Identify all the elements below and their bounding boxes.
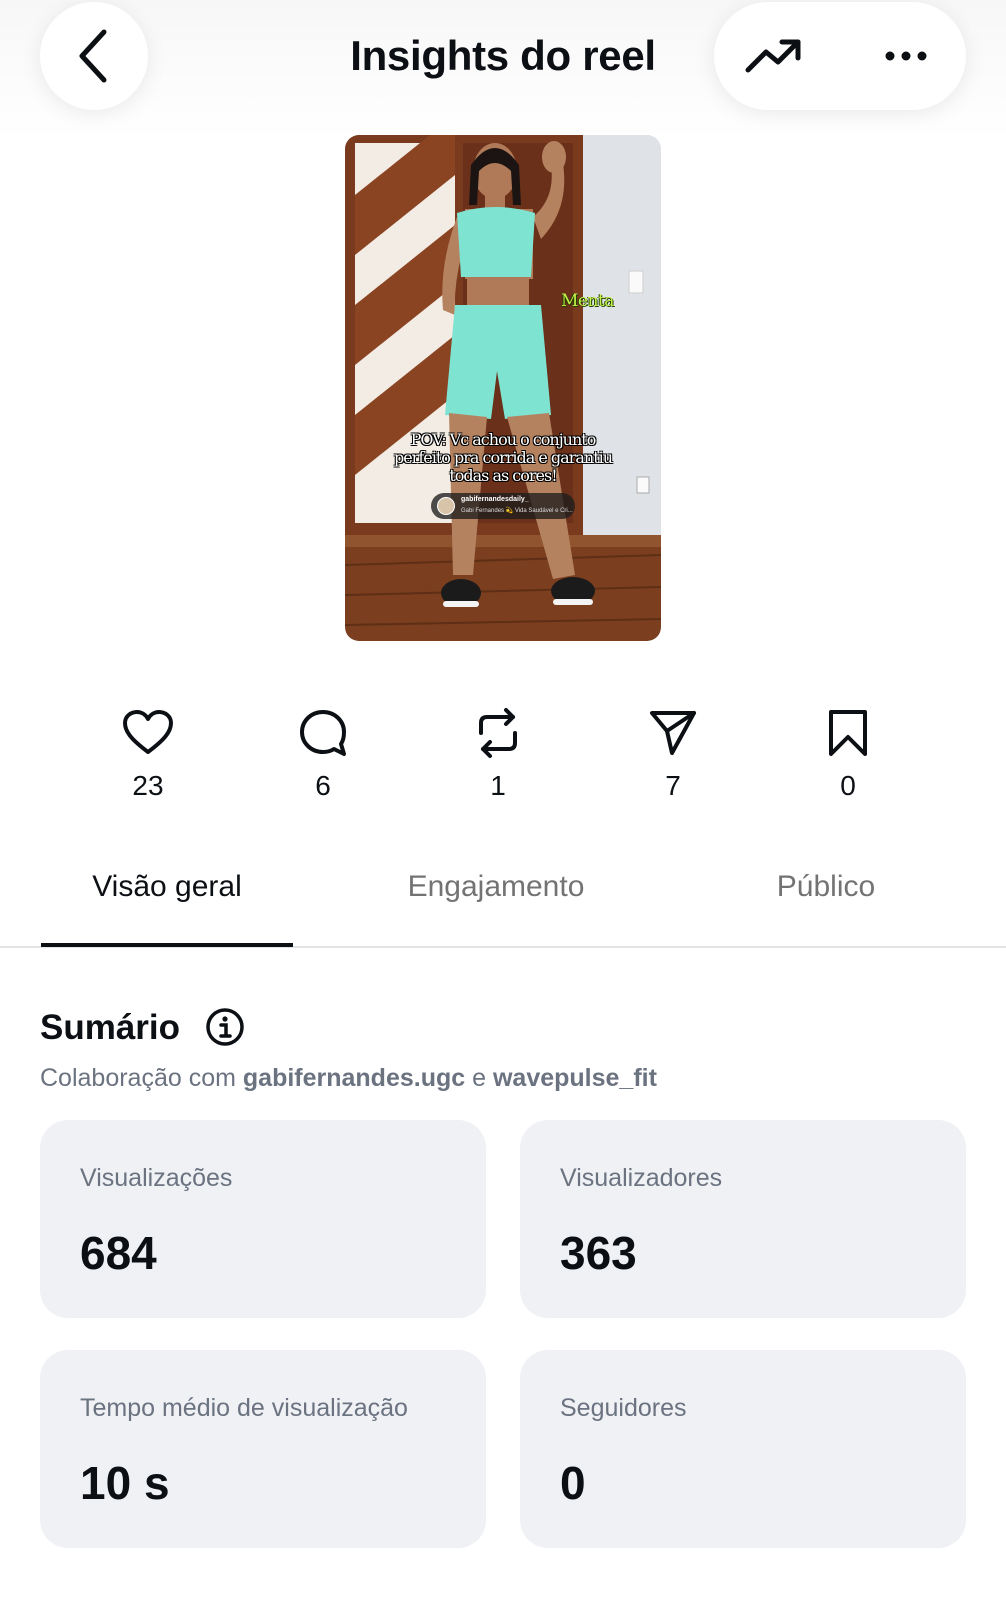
metric-label: Seguidores bbox=[560, 1394, 687, 1422]
reposts-count: 1 bbox=[490, 770, 506, 801]
info-icon bbox=[206, 1008, 244, 1046]
collab-prefix: Colaboração com bbox=[40, 1064, 236, 1092]
summary-info-button[interactable] bbox=[205, 1007, 245, 1047]
shares-count: 7 bbox=[665, 770, 681, 801]
active-tab-indicator bbox=[41, 943, 293, 947]
collab-join: e bbox=[472, 1064, 487, 1092]
stat-saves: 0 bbox=[793, 706, 903, 802]
metric-value: 0 bbox=[560, 1457, 586, 1509]
metric-label: Visualizações bbox=[80, 1164, 233, 1192]
reel-preview-image bbox=[345, 135, 661, 641]
trending-up-icon bbox=[745, 39, 801, 73]
comment-icon bbox=[300, 710, 346, 756]
heart-icon bbox=[123, 710, 173, 754]
metric-card-avg-watch-time: Tempo médio de visualização 10 s bbox=[40, 1350, 486, 1548]
metric-card-viewers: Visualizadores 363 bbox=[520, 1120, 966, 1318]
likes-count: 23 bbox=[132, 770, 164, 801]
collab-sticker-subtitle: Gabi Fernandes 💫 Vida Saudável e Cri... bbox=[461, 508, 573, 514]
metric-value: 10 s bbox=[80, 1457, 170, 1509]
stat-likes: 23 bbox=[93, 706, 203, 802]
header-actions bbox=[714, 2, 966, 110]
stat-shares: 7 bbox=[618, 706, 728, 802]
share-icon bbox=[650, 711, 696, 755]
avatar bbox=[437, 497, 455, 515]
insights-trend-button[interactable] bbox=[742, 28, 806, 84]
more-options-button[interactable] bbox=[874, 28, 938, 84]
metric-card-followers: Seguidores 0 bbox=[520, 1350, 966, 1548]
reel-caption: POV: Vc achou o conjunto perfeito pra co… bbox=[393, 430, 613, 485]
metric-label: Tempo médio de visualização bbox=[80, 1394, 408, 1422]
collaboration-line: Colaboração com gabifernandes.ugc e wave… bbox=[40, 1064, 657, 1093]
reel-thumbnail[interactable]: Menta POV: Vc achou o conjunto perfeito … bbox=[345, 135, 661, 641]
collab-sticker-username: gabifernandesdaily_ bbox=[461, 496, 529, 503]
collab-user-b[interactable]: wavepulse_fit bbox=[493, 1064, 657, 1092]
stat-reposts: 1 bbox=[443, 706, 553, 802]
repost-icon bbox=[479, 708, 517, 758]
tab-audience[interactable]: Público bbox=[700, 870, 952, 904]
comments-count: 6 bbox=[315, 770, 331, 801]
tab-engagement[interactable]: Engajamento bbox=[370, 870, 622, 904]
metric-value: 363 bbox=[560, 1227, 637, 1279]
tab-overview[interactable]: Visão geral bbox=[41, 870, 293, 904]
more-horizontal-icon bbox=[885, 51, 927, 61]
reel-overlay-tag: Menta bbox=[561, 291, 614, 311]
metric-card-views: Visualizações 684 bbox=[40, 1120, 486, 1318]
metric-label: Visualizadores bbox=[560, 1164, 723, 1192]
saves-count: 0 bbox=[840, 770, 856, 801]
bookmark-icon bbox=[829, 710, 867, 756]
reel-collab-sticker: gabifernandesdaily_ Gabi Fernandes 💫 Vid… bbox=[431, 493, 575, 519]
metric-value: 684 bbox=[80, 1227, 157, 1279]
stat-comments: 6 bbox=[268, 706, 378, 802]
collab-user-a[interactable]: gabifernandes.ugc bbox=[243, 1064, 465, 1092]
summary-title: Sumário bbox=[40, 1008, 181, 1047]
